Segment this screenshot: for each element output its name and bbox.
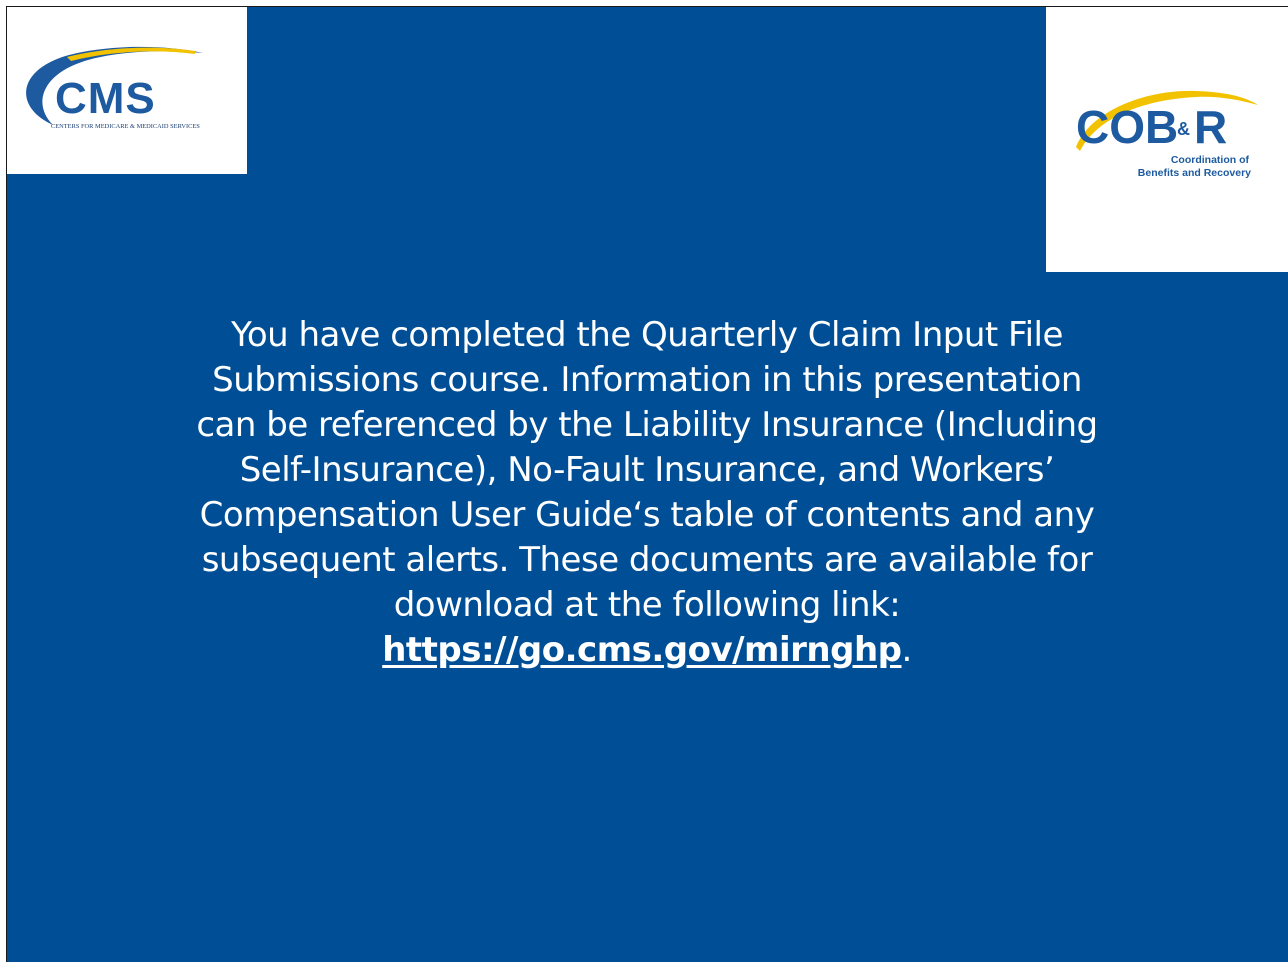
slide: CMS CENTERS FOR MEDICARE & MEDICAID SERV… — [6, 6, 1288, 962]
cms-logo-icon: CMS CENTERS FOR MEDICARE & MEDICAID SERV… — [26, 46, 203, 130]
message-line-1: You have completed the Quarterly Claim I… — [231, 315, 1063, 355]
cobr-wordmark-right: R — [1194, 101, 1227, 153]
cobr-logo: COB & R Coordination of Benefits and Rec… — [1046, 7, 1288, 272]
cobr-logo-icon: COB & R Coordination of Benefits and Rec… — [1076, 90, 1258, 179]
cobr-wordmark-left: COB — [1076, 101, 1178, 153]
cobr-subtitle-line1: Coordination of — [1171, 154, 1250, 166]
message-line-5: Compensation User Guide‘s table of conte… — [199, 495, 1095, 535]
message-link-line: https://go.cms.gov/mirnghp. — [127, 628, 1167, 673]
cobr-subtitle-line2: Benefits and Recovery — [1138, 167, 1251, 179]
cms-logo: CMS CENTERS FOR MEDICARE & MEDICAID SERV… — [7, 7, 247, 174]
link-suffix: . — [901, 630, 912, 670]
message-line-3: can be referenced by the Liability Insur… — [196, 405, 1098, 445]
completion-message: You have completed the Quarterly Claim I… — [127, 313, 1167, 673]
message-line-4: Self-Insurance), No-Fault Insurance, and… — [239, 450, 1055, 490]
cobr-wordmark-amp: & — [1177, 119, 1190, 139]
mirnghp-link[interactable]: https://go.cms.gov/mirnghp — [382, 630, 902, 670]
cms-tagline: CENTERS FOR MEDICARE & MEDICAID SERVICES — [51, 123, 200, 130]
cms-wordmark: CMS — [55, 74, 156, 123]
message-line-6: subsequent alerts. These documents are a… — [201, 540, 1093, 580]
message-line-7: download at the following link: — [393, 585, 901, 625]
message-line-2: Submissions course. Information in this … — [212, 360, 1082, 400]
